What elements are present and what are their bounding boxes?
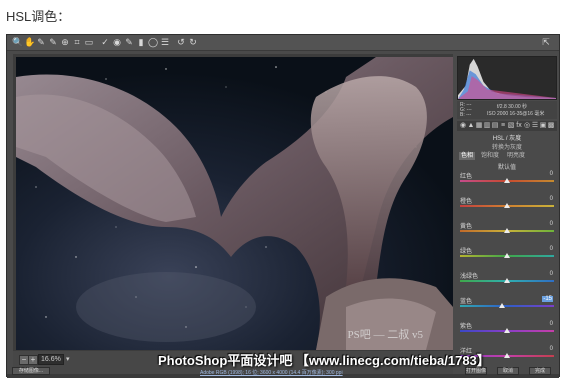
- panel-tab-0-icon[interactable]: ◉: [459, 122, 467, 130]
- zoom-in-button[interactable]: +: [28, 355, 38, 365]
- toolbar: 🔍 ✋ ✎ ✎ ⊕ ⌗ ▭ ✓ ◉ ✎ ▮ ◯ ☰ ↺ ↻: [7, 35, 559, 51]
- readout-iso: ISO 2000 16-35@16 毫米: [487, 111, 545, 117]
- readout-b: B: ---: [460, 112, 472, 118]
- hsl-tab-1[interactable]: 饱和度: [479, 152, 501, 160]
- panel-tab-11-icon[interactable]: ▩: [547, 122, 555, 130]
- panel-tab-5-icon[interactable]: ≡: [499, 122, 507, 130]
- panel-tab-4-icon[interactable]: ▤: [491, 122, 499, 130]
- slider-label: 浅绿色: [460, 274, 479, 280]
- camera-raw-window: 🔍 ✋ ✎ ✎ ⊕ ⌗ ▭ ✓ ◉ ✎ ▮ ◯ ☰ ↺ ↻ ⇱ PS吧 — 二叔…: [6, 34, 560, 378]
- slider-handle[interactable]: [504, 253, 510, 258]
- histogram: [457, 56, 557, 100]
- slider-value-field[interactable]: 0: [550, 346, 553, 352]
- save-image-button[interactable]: 存储图像...: [12, 367, 50, 375]
- slider-label: 紫色: [460, 324, 473, 330]
- color-sampler-icon[interactable]: ✎: [48, 37, 58, 47]
- slider-handle[interactable]: [504, 353, 510, 358]
- zoom-level-field[interactable]: 16.6%: [38, 354, 64, 365]
- slider-value-field[interactable]: 0: [550, 271, 553, 277]
- hsl-slider-row: 橙色 0: [457, 196, 557, 213]
- panel-tab-1-icon[interactable]: ▲: [467, 122, 475, 130]
- slider-label: 绿色: [460, 249, 473, 255]
- slider-handle[interactable]: [504, 203, 510, 208]
- hsl-tab-2[interactable]: 明亮度: [505, 152, 527, 160]
- slider-handle[interactable]: [504, 228, 510, 233]
- slider-track[interactable]: [460, 305, 554, 307]
- hsl-slider-row: 红色 0: [457, 171, 557, 188]
- panel-title: HSL / 灰度: [492, 136, 522, 142]
- adjustment-brush-icon[interactable]: ✎: [124, 37, 134, 47]
- workflow-options-link[interactable]: Adobe RGB (1998); 16 位; 3600 x 4000 (14.…: [200, 369, 343, 376]
- panel-tab-7-icon[interactable]: fx: [515, 122, 523, 130]
- overlay-watermark: PhotoShop平面设计吧 【www.linecg.com/tieba/178…: [158, 353, 490, 368]
- radial-filter-icon[interactable]: ◯: [148, 37, 158, 47]
- hsl-slider-row: 浅绿色 0: [457, 271, 557, 288]
- slider-value-field[interactable]: 0: [550, 246, 553, 252]
- slider-handle[interactable]: [499, 303, 506, 308]
- convert-grayscale-checkbox[interactable]: 转换为灰度: [457, 142, 557, 151]
- panel-tab-10-icon[interactable]: ▣: [539, 122, 547, 130]
- crop-tool-icon[interactable]: ⌗: [72, 37, 82, 47]
- slider-value-field[interactable]: 0: [550, 196, 553, 202]
- slider-label: 橙色: [460, 199, 473, 205]
- cancel-button[interactable]: 取消: [497, 367, 519, 375]
- default-button[interactable]: 默认值: [457, 162, 557, 171]
- slider-handle[interactable]: [504, 178, 510, 183]
- panel-tab-2-icon[interactable]: ▦: [475, 122, 483, 130]
- slider-value-field[interactable]: 0: [550, 171, 553, 177]
- slider-label: 黄色: [460, 224, 473, 230]
- preferences-icon[interactable]: ☰: [160, 37, 170, 47]
- spot-removal-icon[interactable]: ✓: [100, 37, 110, 47]
- hsl-subtabs: 色相 饱和度 明亮度: [457, 151, 557, 161]
- hsl-slider-row: 绿色 0: [457, 246, 557, 263]
- readout-exposure: f/2.8 30.00 秒: [497, 104, 528, 110]
- slider-label: 蓝色: [460, 299, 473, 305]
- photo-arch-image: [16, 57, 453, 350]
- graduated-filter-icon[interactable]: ▮: [136, 37, 146, 47]
- white-balance-tool-icon[interactable]: ✎: [36, 37, 46, 47]
- page-caption: HSL调色：: [6, 9, 71, 24]
- slider-value-field[interactable]: 0: [550, 321, 553, 327]
- panel-tab-8-icon[interactable]: ◎: [523, 122, 531, 130]
- zoom-dropdown-icon[interactable]: ▾: [66, 355, 70, 363]
- hand-tool-icon[interactable]: ✋: [24, 37, 35, 47]
- straighten-tool-icon[interactable]: ▭: [84, 37, 94, 47]
- slider-value-field[interactable]: 0: [550, 221, 553, 227]
- slider-label: 红色: [460, 174, 473, 180]
- panel-tab-bar: ◉ ▲ ▦ ▥ ▤ ≡ ▧ fx ◎ ☰ ▣ ▩: [457, 121, 557, 131]
- hsl-slider-row: 紫色 0: [457, 321, 557, 338]
- preview-area: PS吧 — 二叔 v5 − + 16.6% ▾: [13, 54, 453, 374]
- slider-value-field[interactable]: -15: [542, 296, 553, 302]
- pixel-readout: R: --- G: --- B: --- f/2.8 30.00 秒 ISO 2…: [457, 101, 557, 119]
- slider-handle[interactable]: [504, 328, 510, 333]
- adjustment-panel: R: --- G: --- B: --- f/2.8 30.00 秒 ISO 2…: [455, 54, 559, 374]
- zoom-tool-icon[interactable]: 🔍: [12, 37, 23, 47]
- done-button[interactable]: 完成: [529, 367, 551, 375]
- rotate-cw-icon[interactable]: ↻: [188, 37, 198, 47]
- photo-preview: PS吧 — 二叔 v5: [16, 57, 453, 350]
- panel-tab-3-icon[interactable]: ▥: [483, 122, 491, 130]
- panel-tab-6-icon[interactable]: ▧: [507, 122, 515, 130]
- photo-watermark: PS吧 — 二叔 v5: [347, 329, 424, 341]
- hsl-slider-row: 黄色 0: [457, 221, 557, 238]
- rotate-ccw-icon[interactable]: ↺: [176, 37, 186, 47]
- slider-handle[interactable]: [504, 278, 510, 283]
- fullscreen-icon[interactable]: ⇱: [541, 37, 551, 47]
- targeted-adjustment-icon[interactable]: ⊕: [60, 37, 70, 47]
- hsl-slider-row: 蓝色 -15: [457, 296, 557, 313]
- red-eye-icon[interactable]: ◉: [112, 37, 122, 47]
- panel-tab-9-icon[interactable]: ☰: [531, 122, 539, 130]
- hsl-tab-0[interactable]: 色相: [459, 152, 476, 160]
